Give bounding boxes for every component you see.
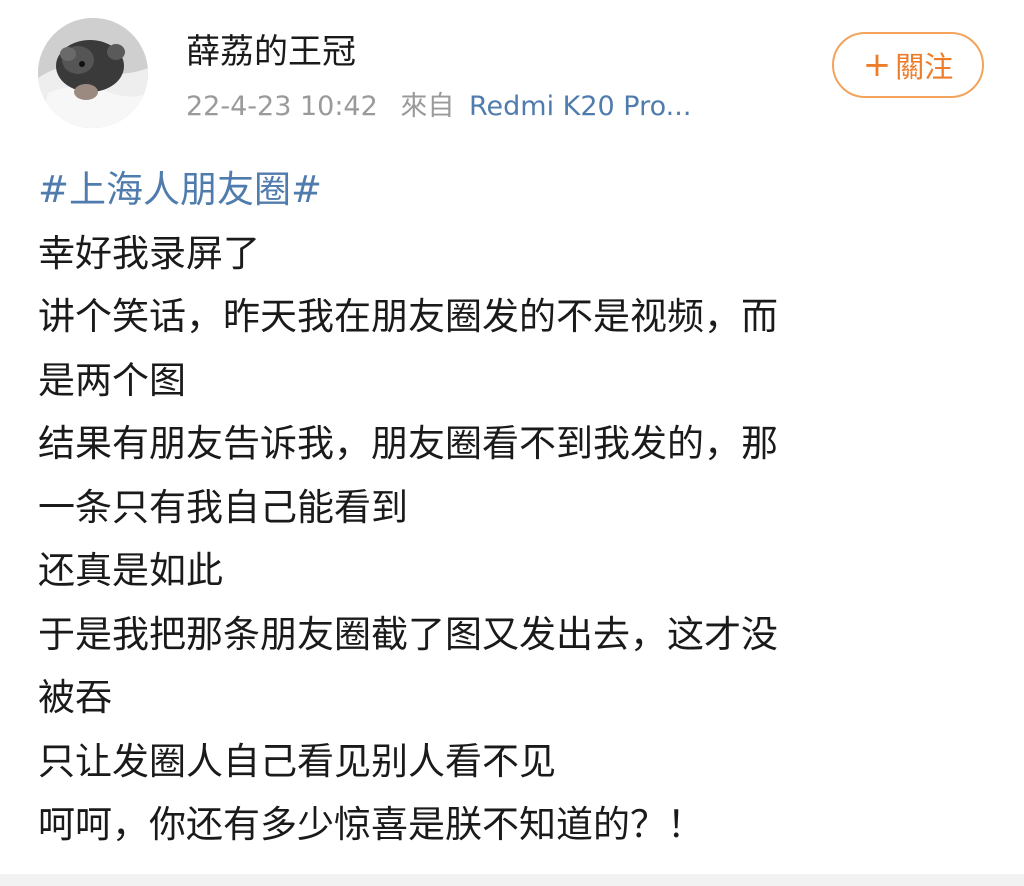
post-line: 是两个图 <box>38 358 186 402</box>
post-line: 呵呵，你还有多少惊喜是朕不知道的？！ <box>38 803 704 846</box>
post-meta: 22-4-23 10:42 來自 Redmi K20 Pro... <box>186 88 691 126</box>
follow-button-label: 關注 <box>895 50 954 84</box>
plus-icon: + <box>862 45 892 85</box>
divider-bar <box>0 874 1024 886</box>
source-prefix: 來自 <box>400 91 455 122</box>
avatar[interactable] <box>38 18 148 128</box>
hashtag-link[interactable]: #上海人朋友圈# <box>38 158 968 222</box>
post-line: 只让发圈人自己看见别人看不见 <box>38 739 556 783</box>
username[interactable]: 薛荔的王冠 <box>186 30 356 74</box>
post-content: #上海人朋友圈# 幸好我录屏了 讲个笑话，昨天我在朋友圈发的不是视频，而 是两个… <box>38 158 968 857</box>
post-line: 于是我把那条朋友圈截了图又发出去，这才没 <box>38 612 778 656</box>
post-line: 讲个笑话，昨天我在朋友圈发的不是视频，而 <box>38 295 778 338</box>
post-line: 结果有朋友告诉我，朋友圈看不到我发的，那 <box>38 422 778 465</box>
source-device-link[interactable]: Redmi K20 Pro... <box>469 91 691 122</box>
post-line: 一条只有我自己能看到 <box>38 485 408 529</box>
post-line: 还真是如此 <box>38 549 223 592</box>
post-line: 被吞 <box>38 676 112 719</box>
weibo-post: 薛荔的王冠 22-4-23 10:42 來自 Redmi K20 Pro... … <box>0 0 1024 886</box>
follow-button[interactable]: + 關注 <box>832 32 984 98</box>
timestamp: 22-4-23 10:42 <box>186 91 378 122</box>
post-line: 幸好我录屏了 <box>38 231 260 275</box>
